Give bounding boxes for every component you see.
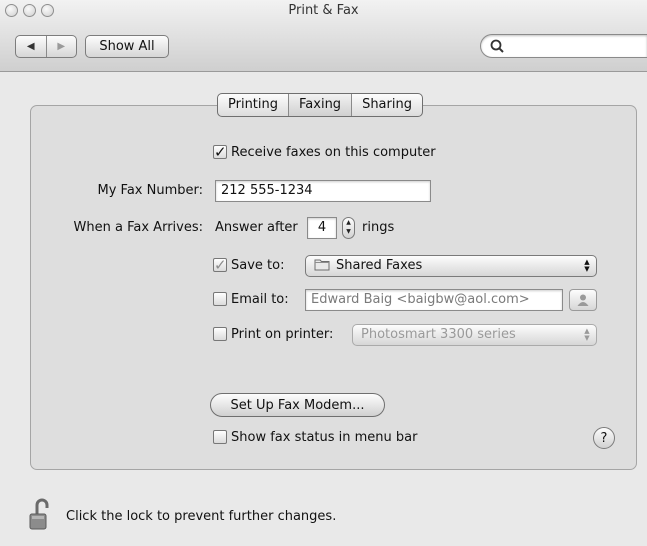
- help-button[interactable]: ?: [593, 427, 615, 449]
- show-fax-status-checkbox[interactable]: [213, 430, 227, 444]
- search-icon: [490, 39, 504, 53]
- back-arrow-icon: ◀: [26, 41, 35, 52]
- tab-printing[interactable]: Printing: [218, 94, 288, 116]
- email-to-field[interactable]: Edward Baig <baigbw@aol.com>: [305, 289, 563, 311]
- rings-label: rings: [362, 220, 395, 235]
- receive-faxes-label: Receive faxes on this computer: [231, 145, 436, 160]
- printer-value: Photosmart 3300 series: [361, 327, 516, 342]
- popup-arrows-icon: ▲ ▼: [584, 258, 590, 273]
- forward-arrow-icon: ▶: [57, 41, 66, 52]
- printer-popup[interactable]: Photosmart 3300 series ▲ ▼: [352, 324, 597, 346]
- rings-field[interactable]: 4: [307, 217, 337, 239]
- back-button[interactable]: ◀: [16, 36, 46, 57]
- set-up-fax-modem-button[interactable]: Set Up Fax Modem...: [210, 393, 385, 417]
- save-to-popup[interactable]: Shared Faxes ▲ ▼: [305, 255, 597, 277]
- when-fax-arrives-label: When a Fax Arrives:: [73, 220, 203, 235]
- search-field[interactable]: [480, 34, 647, 58]
- address-book-button[interactable]: [569, 289, 597, 311]
- forward-button[interactable]: ▶: [45, 36, 77, 57]
- save-to-value: Shared Faxes: [336, 258, 423, 273]
- tab-faxing[interactable]: Faxing: [288, 94, 352, 116]
- window-title: Print & Fax: [288, 3, 359, 18]
- stepper-down-icon: ▼: [346, 228, 351, 235]
- fax-number-field[interactable]: 212 555-1234: [215, 180, 431, 202]
- person-icon: [577, 294, 589, 306]
- tab-sharing[interactable]: Sharing: [351, 94, 422, 116]
- show-fax-status-label: Show fax status in menu bar: [231, 430, 418, 445]
- show-all-button[interactable]: Show All: [85, 35, 169, 58]
- print-on-printer-label: Print on printer:: [231, 327, 334, 342]
- title-bar: Print & Fax ◀ ▶ Show All: [0, 0, 647, 72]
- lock-icon[interactable]: [28, 496, 56, 532]
- answer-after-label: Answer after: [215, 220, 298, 235]
- save-to-label: Save to:: [231, 258, 285, 273]
- folder-icon: [314, 259, 330, 271]
- fax-number-label: My Fax Number:: [97, 183, 204, 198]
- receive-faxes-checkbox[interactable]: [213, 143, 227, 161]
- save-to-checkbox[interactable]: [213, 256, 227, 274]
- tab-bar: Printing Faxing Sharing: [217, 93, 423, 117]
- lock-message: Click the lock to prevent further change…: [66, 509, 337, 524]
- question-mark-icon: ?: [600, 430, 608, 446]
- popup-arrows-icon: ▲ ▼: [584, 327, 590, 342]
- email-to-checkbox[interactable]: [213, 292, 227, 306]
- print-fax-window: Print & Fax ◀ ▶ Show All Printing Faxing…: [0, 0, 647, 546]
- rings-stepper[interactable]: ▲ ▼: [342, 217, 355, 239]
- email-to-label: Email to:: [231, 292, 289, 307]
- back-forward-control: ◀ ▶: [15, 35, 77, 58]
- print-on-printer-checkbox[interactable]: [213, 327, 227, 341]
- stepper-up-icon: ▲: [346, 219, 351, 226]
